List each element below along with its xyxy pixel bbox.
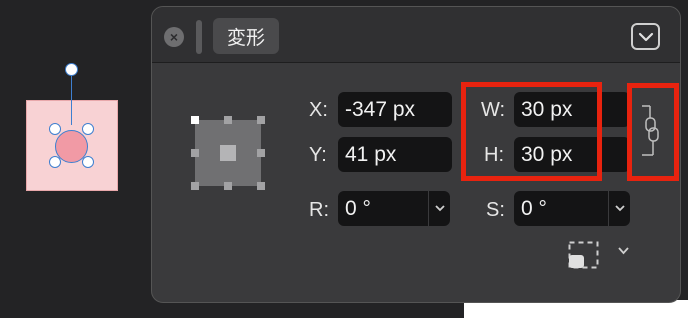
link-icon-highlight (627, 83, 679, 181)
anchor-bottom-left[interactable] (191, 182, 199, 190)
size-fields-highlight (461, 82, 602, 181)
anchor-middle-right[interactable] (257, 149, 265, 157)
shear-value[interactable]: 0 ° (514, 191, 608, 226)
anchor-center[interactable] (220, 145, 236, 161)
y-label: Y: (309, 144, 327, 166)
anchor-point-selector[interactable] (190, 115, 266, 191)
x-label: X: (309, 99, 328, 121)
selection-handle-bottom-right[interactable] (82, 156, 94, 168)
rotation-guide-line (71, 71, 72, 125)
chevron-down-icon[interactable] (631, 23, 660, 50)
close-icon[interactable]: × (164, 27, 184, 47)
panel-header: × 変形 (152, 7, 680, 63)
shear-dropdown-chevron-icon[interactable] (608, 191, 630, 226)
anchor-middle-left[interactable] (191, 149, 199, 157)
anchor-bottom-center[interactable] (224, 182, 232, 190)
r-label: R: (309, 199, 329, 221)
selection-handle-bottom-left[interactable] (49, 156, 61, 168)
origin-options-chevron-icon[interactable] (618, 247, 629, 255)
s-label: S: (486, 199, 505, 221)
anchor-bottom-right[interactable] (257, 182, 265, 190)
rotation-input[interactable]: 0 ° (338, 191, 450, 226)
selection-handle-top-right[interactable] (82, 123, 94, 135)
canvas-area (0, 0, 150, 318)
x-position-input[interactable]: -347 px (338, 92, 452, 127)
y-position-input[interactable]: 41 px (338, 137, 452, 172)
anchor-top-center[interactable] (224, 116, 232, 124)
transform-origin-icon[interactable] (568, 241, 599, 269)
drag-grip[interactable] (196, 20, 202, 54)
rotation-dropdown-chevron-icon[interactable] (428, 191, 450, 226)
shear-input[interactable]: 0 ° (514, 191, 630, 226)
selection-handle-top-left[interactable] (49, 123, 61, 135)
anchor-top-right[interactable] (257, 116, 265, 124)
rotation-handle[interactable] (65, 63, 78, 76)
anchor-top-left[interactable] (191, 116, 199, 124)
rotation-value[interactable]: 0 ° (338, 191, 428, 226)
tab-transform[interactable]: 変形 (213, 18, 279, 54)
